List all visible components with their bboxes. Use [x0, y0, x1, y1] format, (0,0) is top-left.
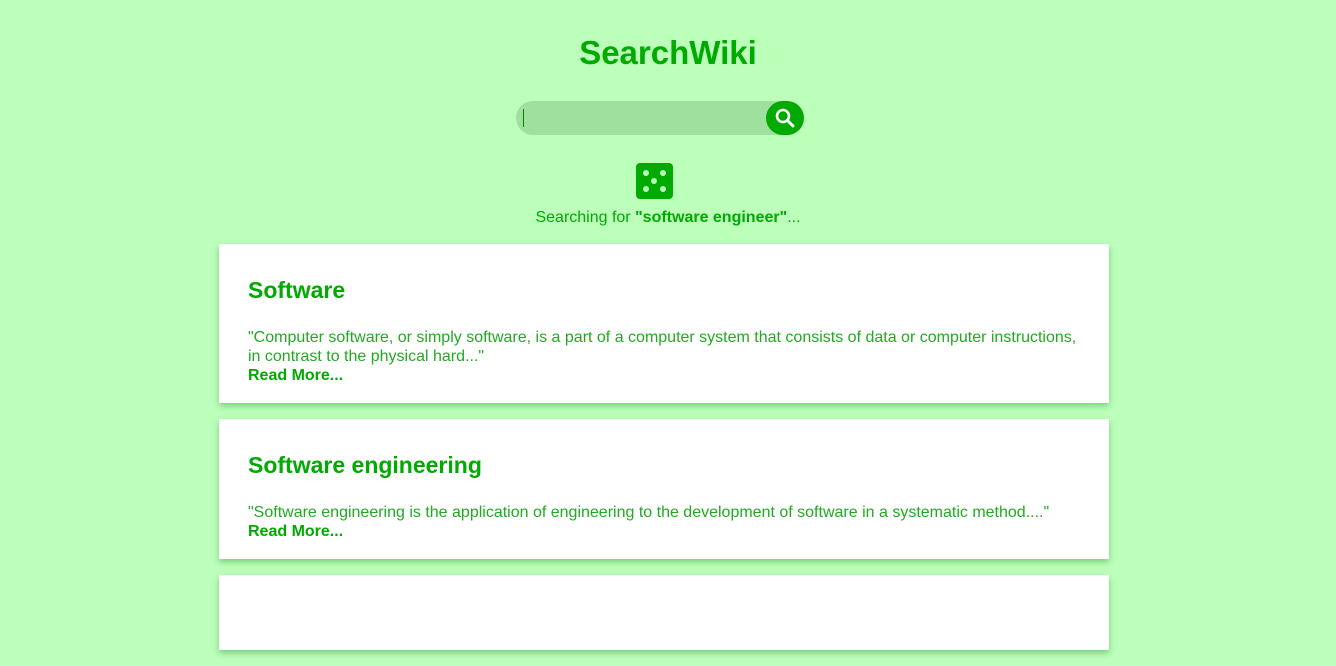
search-button[interactable] [766, 101, 804, 135]
result-snippet: "Computer software, or simply software, … [248, 329, 1077, 365]
status-query: "software engineer" [635, 209, 788, 226]
status-suffix: ... [787, 209, 801, 226]
result-snippet: "Software engineering is the application… [248, 504, 1050, 521]
search-icon [775, 108, 795, 128]
status-prefix: Searching for [535, 209, 636, 226]
search-bar [516, 101, 804, 135]
result-title[interactable]: Software engineering [248, 452, 1080, 479]
result-title[interactable]: Software [248, 277, 1080, 304]
results-list: Software "Computer software, or simply s… [219, 244, 1109, 666]
text-caret [523, 109, 524, 127]
search-status: Searching for "software engineer"... [0, 209, 1336, 227]
result-card [219, 575, 1109, 650]
read-more-link[interactable]: Read More... [248, 366, 1080, 385]
read-more-link[interactable]: Read More... [248, 522, 1080, 541]
search-input[interactable] [516, 101, 786, 135]
random-article-button[interactable] [636, 163, 673, 199]
result-card: Software engineering "Software engineeri… [219, 419, 1109, 559]
result-card: Software "Computer software, or simply s… [219, 244, 1109, 403]
page-title: SearchWiki [579, 34, 757, 71]
